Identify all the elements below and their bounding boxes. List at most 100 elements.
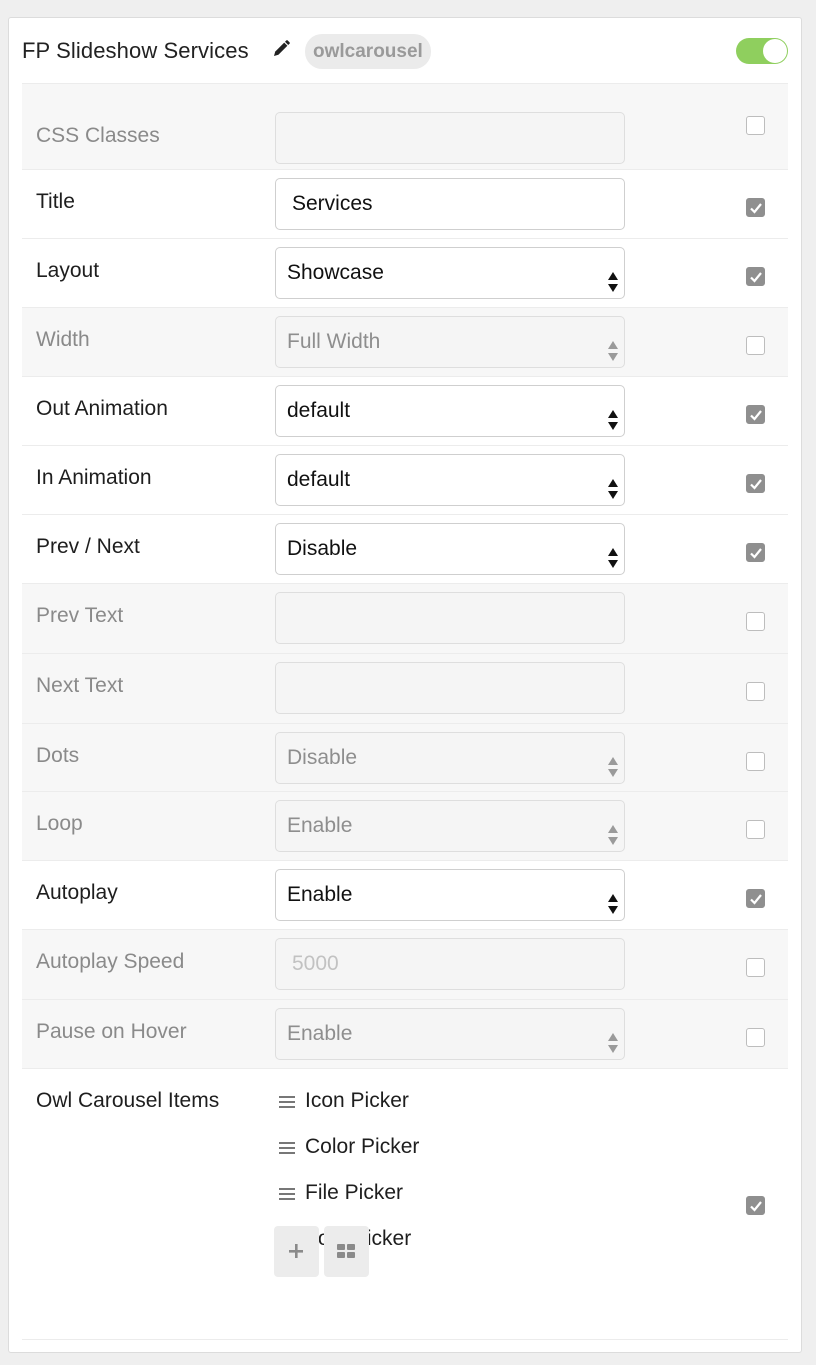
width-select[interactable]: Full Width (275, 316, 625, 368)
select-arrows-icon (608, 331, 618, 361)
setting-row-owl-carousel-items: Owl Carousel Items Icon Picker Color Picke… (22, 1069, 788, 1340)
layout-select[interactable]: Showcase (275, 247, 625, 299)
setting-row-prev-next: Prev / Next Disable (22, 515, 788, 584)
setting-row-autoplay-speed: Autoplay Speed 5000 (22, 930, 788, 1000)
field-value: Services (292, 192, 373, 215)
setting-label: Pause on Hover (36, 1020, 187, 1043)
field-value: Disable (287, 746, 358, 769)
css-classes-input[interactable] (275, 112, 625, 164)
setting-label: Loop (36, 812, 83, 835)
row-checkbox[interactable] (746, 267, 765, 286)
setting-row-prev-text: Prev Text (22, 584, 788, 654)
setting-label: In Animation (36, 466, 152, 489)
widget-card: FP Slideshow Services owlcarousel CSS Cl… (8, 17, 802, 1353)
field-value: Disable (287, 537, 358, 560)
in-animation-select[interactable]: default (275, 454, 625, 506)
field-value: Showcase (287, 261, 384, 284)
field-placeholder: 5000 (292, 952, 339, 975)
row-checkbox[interactable] (746, 682, 765, 701)
settings-table: CSS Classes Title Services Layout Showcase Wi… (22, 83, 788, 1340)
loop-select[interactable]: Enable (275, 800, 625, 852)
carousel-item-list: Icon Picker Color Picker File Picker Font P… (275, 1085, 575, 1269)
select-arrows-icon (608, 884, 618, 914)
setting-label: Autoplay Speed (36, 950, 185, 973)
field-value: Enable (287, 814, 353, 837)
row-checkbox[interactable] (746, 820, 765, 839)
toggle-knob (763, 39, 787, 63)
drag-handle-icon[interactable] (279, 1187, 295, 1201)
setting-row-autoplay: Autoplay Enable (22, 861, 788, 930)
select-arrows-icon (608, 815, 618, 845)
row-checkbox[interactable] (746, 116, 765, 135)
setting-label: Prev / Next (36, 535, 140, 558)
row-checkbox[interactable] (746, 889, 765, 908)
setting-row-css-classes: CSS Classes (22, 84, 788, 170)
carousel-item-label: Color Picker (305, 1135, 420, 1158)
setting-label: Owl Carousel Items (36, 1089, 220, 1112)
setting-label: Autoplay (36, 881, 118, 904)
setting-row-width: Width Full Width (22, 308, 788, 377)
widget-enabled-toggle[interactable] (736, 38, 788, 64)
setting-row-dots: Dots Disable (22, 724, 788, 792)
next-text-input[interactable] (275, 662, 625, 714)
check-icon (750, 1201, 762, 1212)
prev-next-select[interactable]: Disable (275, 523, 625, 575)
row-checkbox[interactable] (746, 752, 765, 771)
setting-row-loop: Loop Enable (22, 792, 788, 861)
select-arrows-icon (608, 400, 618, 430)
setting-label: CSS Classes (36, 124, 160, 147)
autoplay-select[interactable]: Enable (275, 869, 625, 921)
add-item-button[interactable] (274, 1226, 319, 1277)
check-icon (750, 203, 762, 214)
setting-row-pause-on-hover: Pause on Hover Enable (22, 1000, 788, 1069)
autoplay-speed-input[interactable]: 5000 (275, 938, 625, 990)
select-arrows-icon (608, 747, 618, 777)
row-checkbox[interactable] (746, 336, 765, 355)
out-animation-select[interactable]: default (275, 385, 625, 437)
setting-label: Next Text (36, 674, 124, 697)
carousel-item-color-picker[interactable]: Color Picker (275, 1131, 575, 1177)
field-value: Full Width (287, 330, 381, 353)
row-checkbox[interactable] (746, 1196, 765, 1215)
widget-type-badge: owlcarousel (305, 34, 431, 69)
grid-view-button[interactable] (324, 1226, 369, 1277)
setting-label: Dots (36, 744, 80, 767)
carousel-item-label: File Picker (305, 1181, 404, 1204)
check-icon (750, 410, 762, 421)
check-icon (750, 548, 762, 559)
field-value: Enable (287, 883, 353, 906)
row-checkbox[interactable] (746, 1028, 765, 1047)
setting-row-next-text: Next Text (22, 654, 788, 724)
row-checkbox[interactable] (746, 474, 765, 493)
row-checkbox[interactable] (746, 405, 765, 424)
field-value: default (287, 399, 351, 422)
pencil-icon[interactable] (271, 39, 291, 59)
setting-row-layout: Layout Showcase (22, 239, 788, 308)
check-icon (750, 272, 762, 283)
title-input[interactable]: Services (275, 178, 625, 230)
row-checkbox[interactable] (746, 612, 765, 631)
row-checkbox[interactable] (746, 543, 765, 562)
setting-label: Out Animation (36, 397, 168, 420)
field-value: default (287, 468, 351, 491)
pause-on-hover-select[interactable]: Enable (275, 1008, 625, 1060)
setting-row-title: Title Services (22, 170, 788, 239)
setting-label: Title (36, 190, 75, 213)
drag-handle-icon[interactable] (279, 1141, 295, 1155)
prev-text-input[interactable] (275, 592, 625, 644)
dots-select[interactable]: Disable (275, 732, 625, 784)
setting-row-in-animation: In Animation default (22, 446, 788, 515)
check-icon (750, 479, 762, 490)
setting-label: Layout (36, 259, 100, 282)
carousel-item-font-picker[interactable]: Font Picker (275, 1223, 575, 1269)
select-arrows-icon (608, 262, 618, 292)
select-arrows-icon (608, 538, 618, 568)
setting-row-out-animation: Out Animation default (22, 377, 788, 446)
select-arrows-icon (608, 469, 618, 499)
drag-handle-icon[interactable] (279, 1095, 295, 1109)
row-checkbox[interactable] (746, 958, 765, 977)
setting-label: Prev Text (36, 604, 124, 627)
carousel-item-icon-picker[interactable]: Icon Picker (275, 1085, 575, 1131)
carousel-item-file-picker[interactable]: File Picker (275, 1177, 575, 1223)
row-checkbox[interactable] (746, 198, 765, 217)
